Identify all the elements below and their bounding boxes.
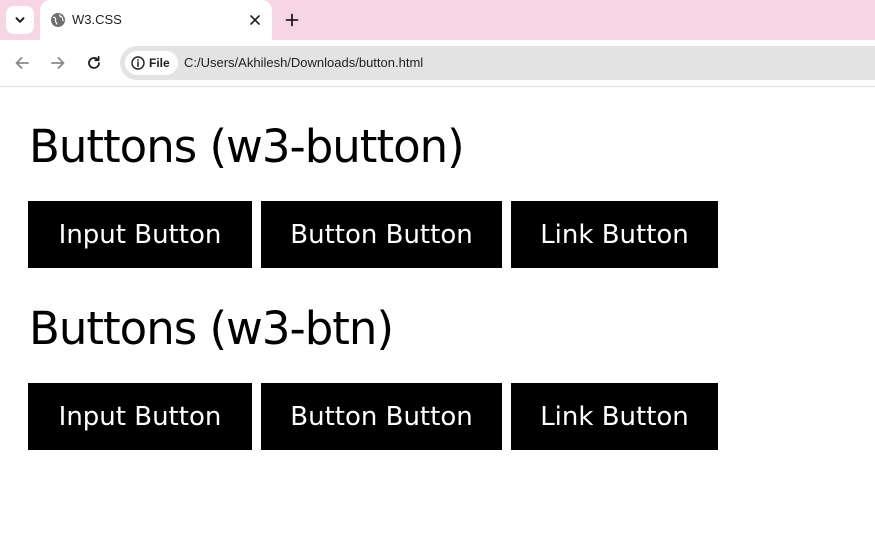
globe-icon <box>51 13 65 27</box>
section-heading-w3-btn: Buttons (w3-btn) <box>29 302 394 355</box>
close-icon <box>250 15 260 25</box>
scheme-label: File <box>149 56 170 70</box>
button-row-w3-btn: Input Button Button Button Link Button <box>28 383 718 450</box>
link-button[interactable]: Link Button <box>511 201 718 268</box>
page-content: Buttons (w3-button) Input Button Button … <box>0 87 875 538</box>
info-icon <box>131 56 145 70</box>
tab-close-button[interactable] <box>246 11 264 29</box>
new-tab-button[interactable] <box>280 8 304 32</box>
browser-toolbar: File C:/Users/Akhilesh/Downloads/button.… <box>0 40 875 87</box>
forward-button[interactable] <box>46 51 70 75</box>
active-tab[interactable]: W3.CSS <box>40 0 272 40</box>
button-btn[interactable]: Button Button <box>261 383 502 450</box>
plus-icon <box>285 13 299 27</box>
button-row-w3-button: Input Button Button Button Link Button <box>28 201 718 268</box>
reload-button[interactable] <box>82 51 106 75</box>
arrow-left-icon <box>15 57 29 69</box>
link-btn[interactable]: Link Button <box>511 383 718 450</box>
address-bar[interactable]: File C:/Users/Akhilesh/Downloads/button.… <box>120 46 875 80</box>
input-btn[interactable]: Input Button <box>28 383 252 450</box>
url-text[interactable]: C:/Users/Akhilesh/Downloads/button.html <box>184 55 423 71</box>
chevron-down-icon <box>15 17 25 23</box>
tab-search-button[interactable] <box>6 6 34 34</box>
reload-icon <box>88 55 100 69</box>
back-button[interactable] <box>10 51 34 75</box>
tab-strip: W3.CSS <box>0 0 875 40</box>
site-info-chip[interactable]: File <box>125 51 178 75</box>
input-button[interactable]: Input Button <box>28 201 252 268</box>
arrow-right-icon <box>51 57 65 69</box>
tab-title: W3.CSS <box>72 12 122 27</box>
button-button[interactable]: Button Button <box>261 201 502 268</box>
section-heading-w3-button: Buttons (w3-button) <box>29 120 465 173</box>
